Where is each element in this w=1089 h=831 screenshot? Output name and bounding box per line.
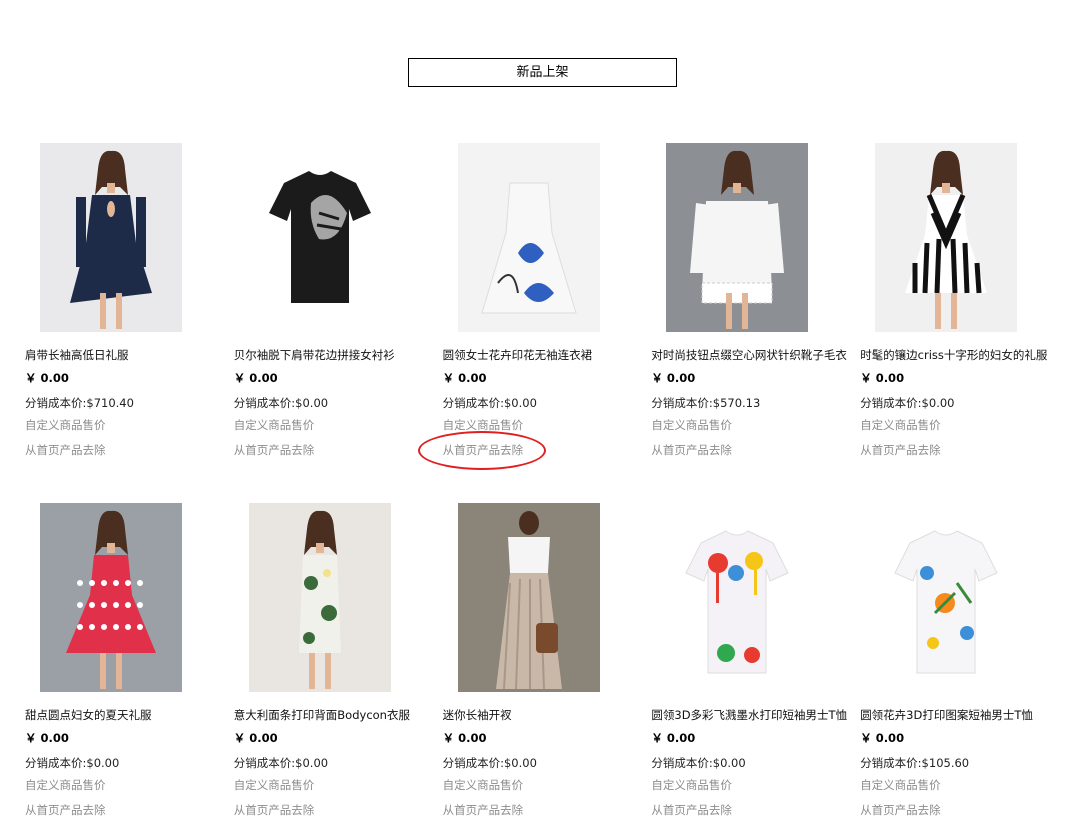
product-card: 迷你长袖开衩 ￥ 0.00 分销成本价:$0.00 自定义商品售价 从首页产品去…	[443, 503, 652, 831]
product-card: 对时尚技钮点缀空心网状针织靴子毛衣 ￥ 0.00 分销成本价:$570.13 自…	[651, 143, 860, 503]
distribution-cost: 分销成本价:$0.00	[651, 756, 746, 770]
product-card: 圆领花卉3D打印图案短袖男士T恤 ￥ 0.00 分销成本价:$105.60 自定…	[860, 503, 1069, 831]
distribution-cost: 分销成本价:$710.40	[25, 396, 134, 410]
splash-tshirt-image[interactable]	[666, 503, 809, 692]
black-tiger-tshirt-image[interactable]	[248, 143, 391, 332]
remove-from-home-link[interactable]: 从首页产品去除	[25, 803, 106, 817]
product-card: 贝尔袖脱下肩带花边拼接女衬衫 ￥ 0.00 分销成本价:$0.00 自定义商品售…	[234, 143, 443, 503]
product-price: ￥ 0.00	[442, 731, 487, 745]
product-name[interactable]: 圆领花卉3D打印图案短袖男士T恤	[860, 708, 1060, 722]
distribution-cost: 分销成本价:$0.00	[442, 756, 537, 770]
distribution-cost: 分销成本价:$0.00	[860, 396, 955, 410]
product-price: ￥ 0.00	[651, 371, 696, 385]
striped-dress-image[interactable]	[875, 143, 1018, 332]
custom-price-link[interactable]: 自定义商品售价	[860, 778, 941, 792]
remove-from-home-link[interactable]: 从首页产品去除	[25, 443, 106, 457]
product-price: ￥ 0.00	[860, 371, 905, 385]
product-price: ￥ 0.00	[860, 731, 905, 745]
product-name[interactable]: 迷你长袖开衩	[443, 708, 643, 722]
red-polka-dress-image[interactable]	[40, 503, 182, 692]
custom-price-link[interactable]: 自定义商品售价	[443, 418, 524, 432]
custom-price-link[interactable]: 自定义商品售价	[651, 778, 732, 792]
product-price: ￥ 0.00	[233, 371, 278, 385]
product-name[interactable]: 肩带长袖高低日礼服	[25, 348, 225, 362]
product-card: 圆领女士花卉印花无袖连衣裙 ￥ 0.00 分销成本价:$0.00 自定义商品售价…	[443, 143, 652, 503]
product-card: 甜点圆点妇女的夏天礼服 ￥ 0.00 分销成本价:$0.00 自定义商品售价 从…	[25, 503, 234, 831]
custom-price-link[interactable]: 自定义商品售价	[25, 778, 106, 792]
product-price: ￥ 0.00	[233, 731, 278, 745]
custom-price-link[interactable]: 自定义商品售价	[443, 778, 524, 792]
product-name[interactable]: 甜点圆点妇女的夏天礼服	[25, 708, 225, 722]
product-card: 时髦的镶边criss十字形的妇女的礼服 ￥ 0.00 分销成本价:$0.00 自…	[860, 143, 1069, 503]
custom-price-link[interactable]: 自定义商品售价	[651, 418, 732, 432]
product-card: 圆领3D多彩飞溅墨水打印短袖男士T恤 ￥ 0.00 分销成本价:$0.00 自定…	[651, 503, 860, 831]
product-price: ￥ 0.00	[25, 371, 69, 385]
remove-from-home-link[interactable]: 从首页产品去除	[443, 443, 524, 457]
distribution-cost: 分销成本价:$0.00	[25, 756, 120, 770]
remove-from-home-link[interactable]: 从首页产品去除	[860, 803, 941, 817]
distribution-cost: 分销成本价:$105.60	[860, 756, 970, 770]
custom-price-link[interactable]: 自定义商品售价	[25, 418, 106, 432]
product-card: 肩带长袖高低日礼服 ￥ 0.00 分销成本价:$710.40 自定义商品售价 从…	[25, 143, 234, 503]
product-name[interactable]: 圆领女士花卉印花无袖连衣裙	[443, 348, 643, 362]
distribution-cost: 分销成本价:$0.00	[442, 396, 537, 410]
product-page: 新品上架 肩带长袖高低日礼服 ￥ 0.00 分销成本价:$710.40 自定义商…	[0, 0, 1089, 831]
product-card: 意大利面条打印背面Bodycon衣服 ￥ 0.00 分销成本价:$0.00 自定…	[234, 503, 443, 831]
product-name[interactable]: 意大利面条打印背面Bodycon衣服	[234, 708, 434, 722]
butterfly-print-dress-image[interactable]	[457, 143, 600, 332]
distribution-cost: 分销成本价:$0.00	[233, 396, 329, 410]
product-grid: 肩带长袖高低日礼服 ￥ 0.00 分销成本价:$710.40 自定义商品售价 从…	[25, 143, 1065, 831]
floral-tshirt-image[interactable]	[875, 503, 1018, 692]
custom-price-link[interactable]: 自定义商品售价	[860, 418, 941, 432]
product-name[interactable]: 时髦的镶边criss十字形的妇女的礼服	[860, 348, 1060, 362]
remove-from-home-link[interactable]: 从首页产品去除	[651, 803, 732, 817]
remove-from-home-link[interactable]: 从首页产品去除	[443, 803, 524, 817]
white-lace-top-image[interactable]	[666, 143, 809, 332]
remove-from-home-link[interactable]: 从首页产品去除	[234, 803, 315, 817]
remove-from-home-link[interactable]: 从首页产品去除	[234, 443, 315, 457]
remove-from-home-link[interactable]: 从首页产品去除	[860, 443, 941, 457]
product-price: ￥ 0.00	[651, 731, 696, 745]
distribution-cost: 分销成本价:$570.13	[651, 396, 761, 410]
navy-keyhole-dress-image[interactable]	[40, 143, 182, 332]
distribution-cost: 分销成本价:$0.00	[233, 756, 329, 770]
product-name[interactable]: 贝尔袖脱下肩带花边拼接女衬衫	[234, 348, 434, 362]
product-price: ￥ 0.00	[25, 731, 69, 745]
pleated-maxi-image[interactable]	[457, 503, 600, 692]
product-name[interactable]: 对时尚技钮点缀空心网状针织靴子毛衣	[651, 348, 851, 362]
custom-price-link[interactable]: 自定义商品售价	[234, 778, 315, 792]
custom-price-link[interactable]: 自定义商品售价	[234, 418, 315, 432]
remove-from-home-link[interactable]: 从首页产品去除	[651, 443, 732, 457]
product-price: ￥ 0.00	[442, 371, 487, 385]
floral-bodycon-image[interactable]	[248, 503, 391, 692]
product-name[interactable]: 圆领3D多彩飞溅墨水打印短袖男士T恤	[651, 708, 851, 722]
new-arrivals-title[interactable]: 新品上架	[408, 58, 677, 87]
